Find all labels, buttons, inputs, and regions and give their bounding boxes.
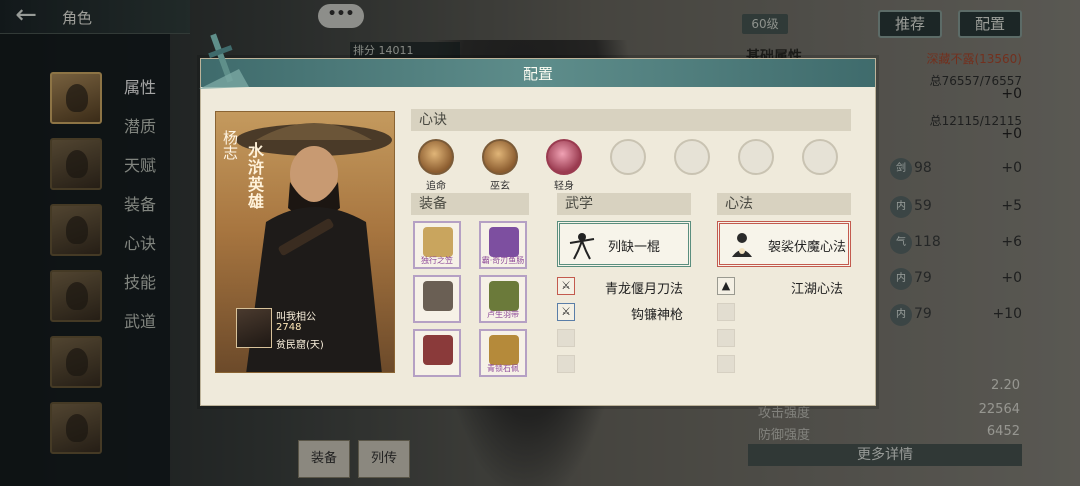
empty-slot-icon bbox=[738, 139, 774, 175]
wuxue-main-label: 列缺一棍 bbox=[608, 240, 661, 255]
equipment-slot-accessory[interactable]: 青锁石佩 bbox=[479, 329, 527, 377]
empty-slot-icon bbox=[717, 329, 735, 347]
owner-name: 叫我相公 bbox=[276, 312, 316, 323]
sword-decoration-icon bbox=[199, 33, 249, 89]
hero-name: 杨志 bbox=[221, 130, 239, 160]
owner-power: 2748 bbox=[276, 322, 302, 333]
equipment-slot-hat[interactable]: 独行之笠 bbox=[413, 221, 461, 269]
spear-icon: ⚔ bbox=[557, 303, 575, 321]
xinjue-empty-slot[interactable] bbox=[609, 139, 647, 175]
empty-slot-icon bbox=[557, 355, 575, 373]
equipment-slot-armor[interactable] bbox=[413, 275, 461, 323]
wuxue-sub-label: 青龙偃月刀法 bbox=[605, 282, 684, 297]
xinfa-main-label: 袈裟伏魔心法 bbox=[768, 240, 847, 255]
xinjue-slot[interactable]: 轻身 bbox=[545, 139, 583, 192]
xinfa-sub-row[interactable]: ▲ 江湖心法 bbox=[717, 277, 847, 297]
wuxue-sub-label: 钩镰神枪 bbox=[631, 308, 684, 323]
empty-slot-icon bbox=[557, 329, 575, 347]
equipment-label: 卢生羽带 bbox=[487, 310, 519, 319]
equipment-slot-weapon[interactable]: 霸·奇刃鱼肠 bbox=[479, 221, 527, 269]
staff-fighter-icon bbox=[569, 233, 595, 260]
blade-icon: ⚔ bbox=[557, 277, 575, 295]
equipment-label: 独行之笠 bbox=[421, 256, 453, 265]
xinjue-skill-icon bbox=[418, 139, 454, 175]
xinfa-empty-row[interactable] bbox=[717, 329, 847, 349]
config-modal: 配置 杨志 水浒英雄 叫我相公 2748 贫民窟(天) 心诀 追命 巫玄 轻身 … bbox=[199, 33, 876, 406]
xinjue-skill-icon bbox=[546, 139, 582, 175]
empty-slot-icon bbox=[610, 139, 646, 175]
xinfa-empty-row[interactable] bbox=[717, 303, 847, 323]
sword-icon bbox=[489, 227, 519, 257]
xinjue-empty-slot[interactable] bbox=[801, 139, 839, 175]
belt-icon bbox=[489, 281, 519, 311]
hero-title: 水浒英雄 bbox=[245, 142, 264, 210]
xinfa-main-slot[interactable]: 袈裟伏魔心法 bbox=[717, 221, 851, 267]
xinjue-empty-slot[interactable] bbox=[737, 139, 775, 175]
owner-info: 叫我相公 2748 贫民窟(天) bbox=[236, 308, 388, 352]
section-xinfa: 心法 bbox=[717, 193, 851, 215]
pendant-icon bbox=[489, 335, 519, 365]
wuxue-empty-row[interactable] bbox=[557, 355, 687, 375]
xinfa-sub-label: 江湖心法 bbox=[791, 282, 844, 297]
section-wuxue: 武学 bbox=[557, 193, 691, 215]
xinjue-slot[interactable]: 追命 bbox=[417, 139, 455, 192]
wuxue-sub-row[interactable]: ⚔ 青龙偃月刀法 bbox=[557, 277, 687, 297]
modal-header: 配置 bbox=[201, 59, 875, 87]
xinjue-empty-slot[interactable] bbox=[673, 139, 711, 175]
empty-slot-icon bbox=[717, 303, 735, 321]
wuxue-empty-row[interactable] bbox=[557, 329, 687, 349]
monk-icon: ▲ bbox=[717, 277, 735, 295]
empty-slot-icon bbox=[674, 139, 710, 175]
empty-slot-icon bbox=[802, 139, 838, 175]
xinfa-empty-row[interactable] bbox=[717, 355, 847, 375]
equipment-slot-belt[interactable]: 卢生羽带 bbox=[479, 275, 527, 323]
section-equipment: 装备 bbox=[411, 193, 529, 215]
owner-avatar bbox=[236, 308, 272, 348]
section-xinjue: 心诀 bbox=[411, 109, 851, 131]
owner-realm: 贫民窟(天) bbox=[276, 340, 324, 351]
xinjue-label: 追命 bbox=[426, 181, 446, 192]
xinjue-label: 轻身 bbox=[554, 181, 574, 192]
empty-slot-icon bbox=[717, 355, 735, 373]
wuxue-main-slot[interactable]: 列缺一棍 bbox=[557, 221, 691, 267]
hero-portrait-card[interactable]: 杨志 水浒英雄 叫我相公 2748 贫民窟(天) bbox=[215, 111, 395, 373]
xinjue-skill-icon bbox=[482, 139, 518, 175]
bamboo-hat-icon bbox=[423, 227, 453, 257]
modal-title: 配置 bbox=[522, 65, 553, 83]
wuxue-sub-row[interactable]: ⚔ 钩镰神枪 bbox=[557, 303, 687, 323]
equipment-label: 霸·奇刃鱼肠 bbox=[481, 256, 525, 265]
xinjue-slot[interactable]: 巫玄 bbox=[481, 139, 519, 192]
equipment-slot-boots[interactable] bbox=[413, 329, 461, 377]
xinjue-label: 巫玄 bbox=[490, 181, 510, 192]
equipment-label: 青锁石佩 bbox=[487, 364, 519, 373]
armor-icon bbox=[423, 281, 453, 311]
boots-icon bbox=[423, 335, 453, 365]
meditating-monk-icon bbox=[732, 233, 752, 257]
